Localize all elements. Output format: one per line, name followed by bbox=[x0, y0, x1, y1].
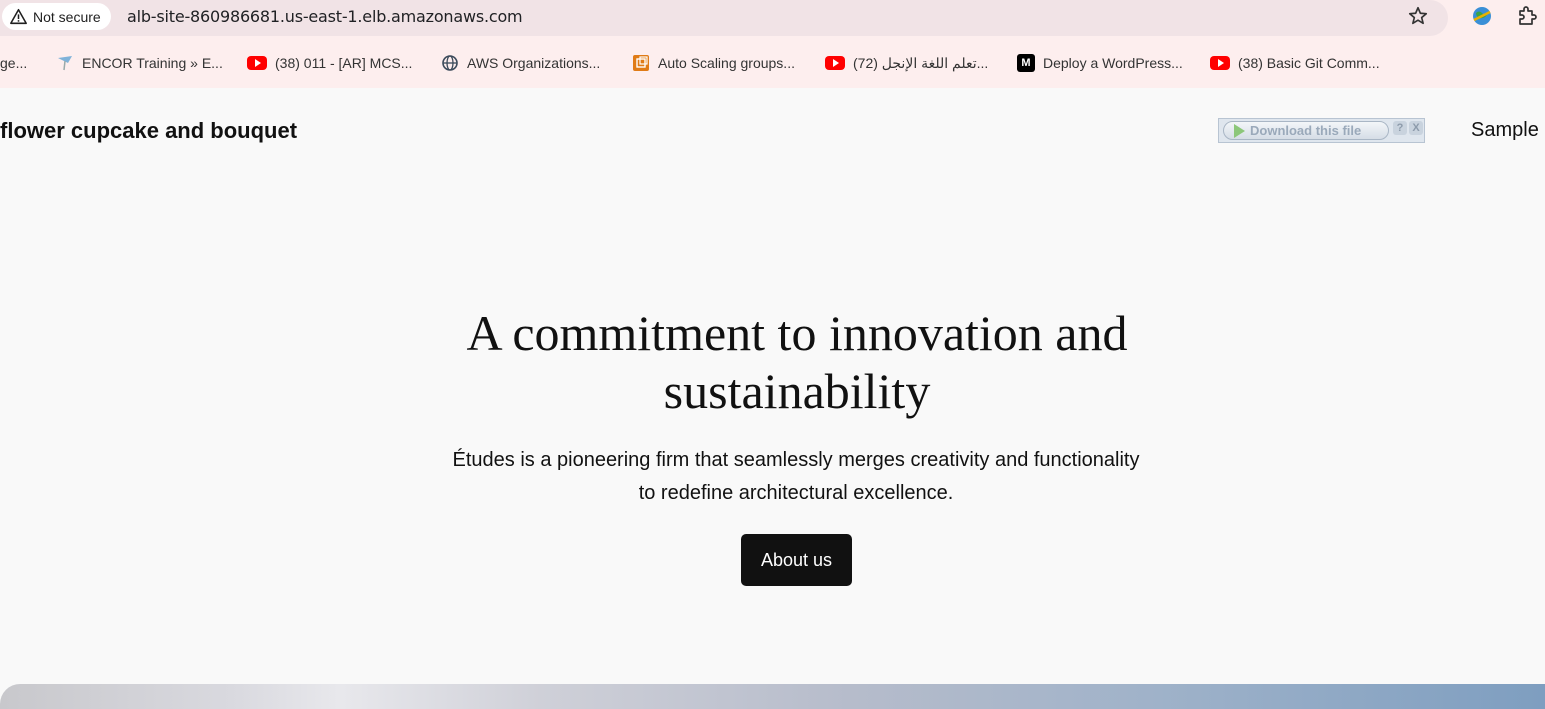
bookmark-item[interactable]: M Deploy a WordPress... bbox=[1017, 53, 1183, 73]
bookmark-item[interactable]: ge... bbox=[0, 53, 27, 73]
bookmark-label: (72) تعلم اللغة الإنجل... bbox=[853, 54, 989, 71]
globe-icon bbox=[441, 54, 459, 72]
bookmark-label: (38) 011 - [AR] MCS... bbox=[275, 55, 413, 71]
bookmark-label: ge... bbox=[0, 55, 28, 71]
site-title[interactable]: flower cupcake and bouquet bbox=[0, 118, 297, 144]
youtube-icon bbox=[825, 56, 845, 70]
youtube-icon bbox=[1210, 56, 1230, 70]
hero-description: Études is a pioneering firm that seamles… bbox=[452, 449, 1140, 504]
download-file-button[interactable]: Download this file bbox=[1223, 121, 1389, 140]
browser-toolbar: Not secure alb-site-860986681.us-east-1.… bbox=[0, 0, 1545, 36]
security-indicator[interactable]: Not secure bbox=[2, 3, 111, 30]
download-label: Download this file bbox=[1250, 123, 1362, 138]
bookmark-item[interactable]: (38) 011 - [AR] MCS... bbox=[247, 53, 412, 73]
youtube-icon bbox=[247, 56, 267, 70]
url-text[interactable]: alb-site-860986681.us-east-1.elb.amazona… bbox=[127, 7, 523, 26]
bookmark-label: (38) Basic Git Comm... bbox=[1238, 55, 1380, 71]
security-label: Not secure bbox=[33, 8, 101, 25]
bookmark-star-icon[interactable] bbox=[1407, 5, 1429, 27]
close-icon[interactable]: X bbox=[1409, 121, 1423, 135]
bookmark-item[interactable]: AWS Organizations... bbox=[441, 53, 600, 73]
hero-image bbox=[0, 684, 1545, 709]
aws-service-icon bbox=[632, 54, 650, 72]
bookmark-label: Auto Scaling groups... bbox=[658, 55, 795, 71]
play-icon bbox=[1234, 123, 1245, 138]
bookmark-item[interactable]: ENCOR Training » E... bbox=[56, 53, 223, 73]
bookmark-label: AWS Organizations... bbox=[467, 55, 601, 71]
medium-icon: M bbox=[1017, 54, 1035, 72]
bookmarks-bar: ge... ENCOR Training » E... (38) 011 - [… bbox=[0, 36, 1545, 88]
bookmark-pin-icon bbox=[56, 54, 74, 72]
hero-heading: A commitment to innovation and sustainab… bbox=[466, 305, 1128, 419]
extension-globe-icon[interactable] bbox=[1470, 4, 1494, 28]
omnibox[interactable]: Not secure alb-site-860986681.us-east-1.… bbox=[0, 0, 1448, 36]
bookmark-item[interactable]: (72) تعلم اللغة الإنجل... bbox=[825, 53, 988, 73]
nav-item-sample[interactable]: Sample bbox=[1471, 119, 1539, 142]
bookmark-label: Deploy a WordPress... bbox=[1043, 55, 1183, 71]
bookmark-item[interactable]: (38) Basic Git Comm... bbox=[1210, 53, 1380, 73]
bookmark-label: ENCOR Training » E... bbox=[82, 55, 223, 71]
extensions-puzzle-icon[interactable] bbox=[1515, 4, 1539, 28]
download-widget: Download this file ? X bbox=[1218, 118, 1425, 143]
about-us-button[interactable]: About us bbox=[741, 534, 852, 586]
bookmark-item[interactable]: Auto Scaling groups... bbox=[632, 53, 795, 73]
warning-icon bbox=[10, 8, 27, 25]
help-icon[interactable]: ? bbox=[1393, 121, 1407, 135]
